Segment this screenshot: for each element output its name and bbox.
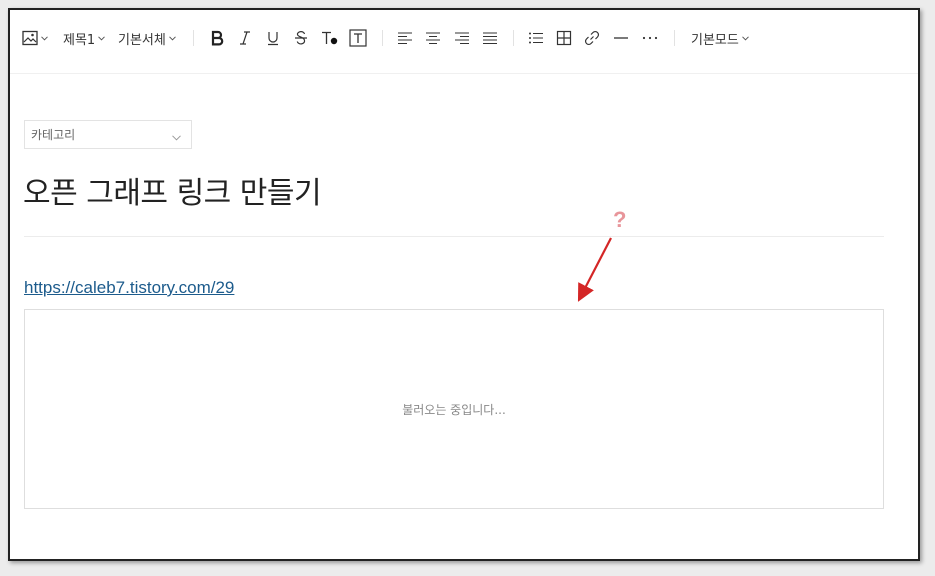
list-button[interactable] <box>528 26 544 50</box>
font-dropdown[interactable]: 기본서체 <box>118 26 176 50</box>
italic-icon <box>239 30 251 46</box>
align-left-button[interactable] <box>397 26 413 50</box>
bold-icon <box>210 30 224 46</box>
underline-button[interactable] <box>266 26 280 50</box>
align-justify-icon <box>482 31 498 45</box>
list-icon <box>528 31 544 45</box>
bold-button[interactable] <box>210 26 224 50</box>
title-divider <box>24 236 884 237</box>
link-button[interactable] <box>584 26 600 50</box>
underline-icon <box>266 30 280 46</box>
editor-window: 제목1 기본서체 기본모드 카테고리 오픈 그래프 링크 만들기 https:/… <box>8 8 920 561</box>
heading-label: 제목1 <box>63 32 96 48</box>
link-icon <box>584 30 600 46</box>
text-background-icon <box>349 29 367 47</box>
category-select[interactable]: 카테고리 <box>24 120 192 149</box>
text-background-button[interactable] <box>349 26 367 50</box>
toolbar-divider <box>382 30 383 46</box>
align-right-button[interactable] <box>454 26 470 50</box>
mode-label: 기본모드 <box>691 32 739 48</box>
align-left-icon <box>397 31 413 45</box>
strikethrough-icon <box>294 30 308 46</box>
preview-loading-text: 불러오는 중입니다... <box>402 402 506 417</box>
font-label: 기본서체 <box>118 32 166 48</box>
annotation-arrow-icon <box>577 237 612 302</box>
toolbar-divider <box>674 30 675 46</box>
category-placeholder: 카테고리 <box>31 128 76 142</box>
table-icon <box>556 30 572 46</box>
table-button[interactable] <box>556 26 572 50</box>
align-center-icon <box>425 31 441 45</box>
align-center-button[interactable] <box>425 26 441 50</box>
more-button[interactable] <box>641 26 659 50</box>
heading-dropdown[interactable]: 제목1 <box>63 26 106 50</box>
toolbar-divider <box>513 30 514 46</box>
align-justify-button[interactable] <box>482 26 498 50</box>
align-right-icon <box>454 31 470 45</box>
text-color-icon <box>321 30 339 46</box>
horizontal-rule-button[interactable] <box>613 26 629 50</box>
toolbar-divider <box>193 30 194 46</box>
image-icon <box>22 30 38 46</box>
chevron-down-icon <box>741 35 749 41</box>
strikethrough-button[interactable] <box>294 26 308 50</box>
chevron-down-icon <box>168 35 176 41</box>
chevron-down-icon <box>172 130 181 144</box>
post-title[interactable]: 오픈 그래프 링크 만들기 <box>23 168 322 212</box>
annotation-question-mark: ? <box>613 207 627 232</box>
chevron-down-icon <box>41 35 48 41</box>
text-color-button[interactable] <box>321 26 339 50</box>
editor-toolbar: 제목1 기본서체 기본모드 <box>10 10 918 74</box>
chevron-down-icon <box>98 35 106 41</box>
horizontal-rule-icon <box>613 31 629 45</box>
more-icon <box>641 31 659 45</box>
post-link[interactable]: https://caleb7.tistory.com/29 <box>24 278 234 298</box>
italic-button[interactable] <box>239 26 251 50</box>
image-insert-button[interactable] <box>22 26 48 50</box>
mode-dropdown[interactable]: 기본모드 <box>691 26 749 50</box>
link-preview-card[interactable]: 불러오는 중입니다... <box>24 309 884 509</box>
